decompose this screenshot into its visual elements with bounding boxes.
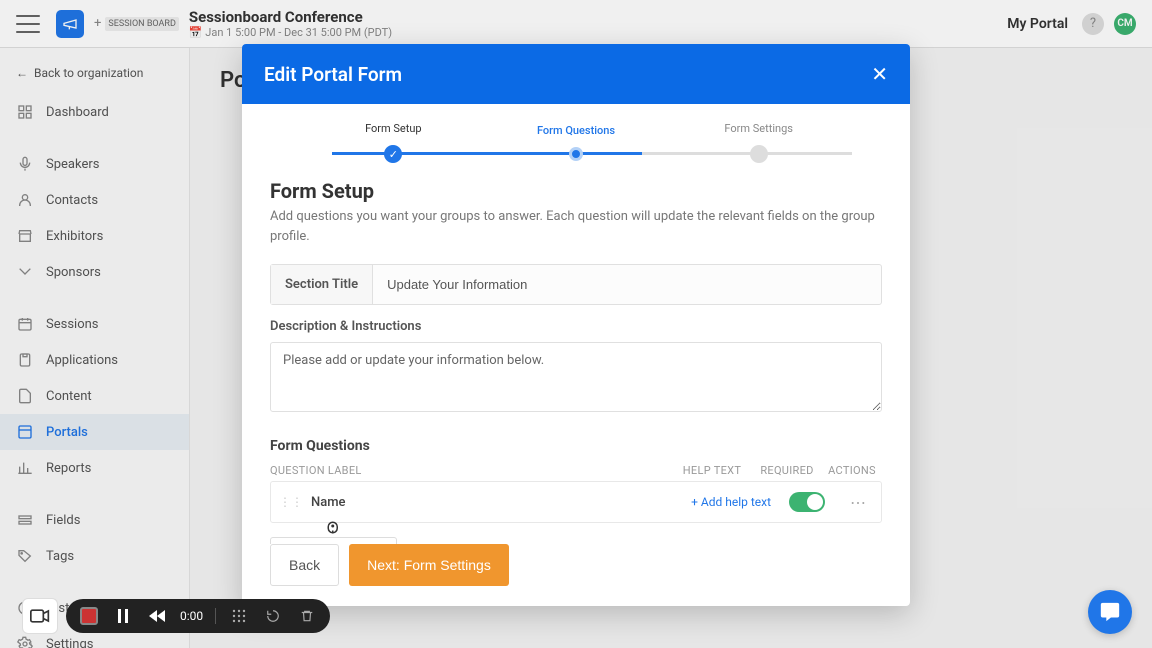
stop-button[interactable] (78, 605, 100, 627)
step-dot-icon (750, 145, 768, 163)
step-form-questions[interactable]: Form Questions (485, 124, 668, 161)
modal-footer: Back Next: Form Settings (242, 544, 910, 606)
check-icon: ✓ (384, 145, 402, 163)
step-label: Form Settings (724, 122, 793, 135)
section-heading: Form Setup (270, 179, 882, 203)
description-textarea[interactable]: Please add or update your information be… (270, 342, 882, 412)
step-dot-icon (569, 147, 583, 161)
camera-icon[interactable] (22, 598, 58, 634)
pause-button[interactable] (112, 605, 134, 627)
trash-icon[interactable] (296, 605, 318, 627)
section-title-input[interactable] (373, 265, 881, 304)
section-description: Add questions you want your groups to an… (270, 207, 882, 246)
step-label: Form Questions (537, 124, 615, 137)
drag-handle-icon[interactable]: ⋮⋮ (279, 495, 303, 509)
col-help-text: HELP TEXT (672, 464, 752, 477)
description-label: Description & Instructions (270, 319, 882, 334)
back-button[interactable]: Back (270, 544, 339, 586)
add-question-button[interactable]: + Add Question (270, 537, 397, 544)
close-icon[interactable]: ✕ (871, 62, 888, 86)
questions-table-header: QUESTION LABEL HELP TEXT REQUIRED ACTION… (270, 460, 882, 481)
next-button[interactable]: Next: Form Settings (349, 544, 509, 586)
required-toggle[interactable] (789, 492, 825, 512)
modal-title: Edit Portal Form (264, 63, 402, 86)
section-title-field: Section Title (270, 264, 882, 305)
rewind-button[interactable] (146, 605, 168, 627)
modal-edit-portal-form: Edit Portal Form ✕ Form Setup ✓ Form Que… (242, 44, 910, 606)
step-form-setup[interactable]: Form Setup ✓ (302, 122, 485, 163)
recording-time: 0:00 (180, 609, 203, 623)
move-icon[interactable] (228, 605, 250, 627)
question-row: ⋮⋮ Name + Add help text ⋯ (270, 481, 882, 523)
col-required: REQUIRED (752, 464, 822, 477)
chat-button[interactable] (1088, 590, 1132, 634)
restart-icon[interactable] (262, 605, 284, 627)
stepper: Form Setup ✓ Form Questions Form Setting… (242, 104, 910, 171)
row-actions-menu-icon[interactable]: ⋯ (843, 493, 873, 512)
recording-controls: 0:00 (66, 599, 330, 633)
section-title-label: Section Title (271, 265, 373, 304)
col-actions: ACTIONS (822, 464, 882, 477)
form-questions-heading: Form Questions (270, 438, 882, 454)
modal-body[interactable]: Form Setup Add questions you want your g… (242, 171, 910, 544)
step-form-settings[interactable]: Form Settings (667, 122, 850, 163)
recording-toolbar: 0:00 (22, 598, 330, 634)
step-label: Form Setup (365, 122, 422, 135)
col-question-label: QUESTION LABEL (270, 464, 672, 477)
modal-header: Edit Portal Form ✕ (242, 44, 910, 104)
add-help-text-link[interactable]: + Add help text (671, 495, 771, 509)
question-name: Name (311, 495, 671, 510)
